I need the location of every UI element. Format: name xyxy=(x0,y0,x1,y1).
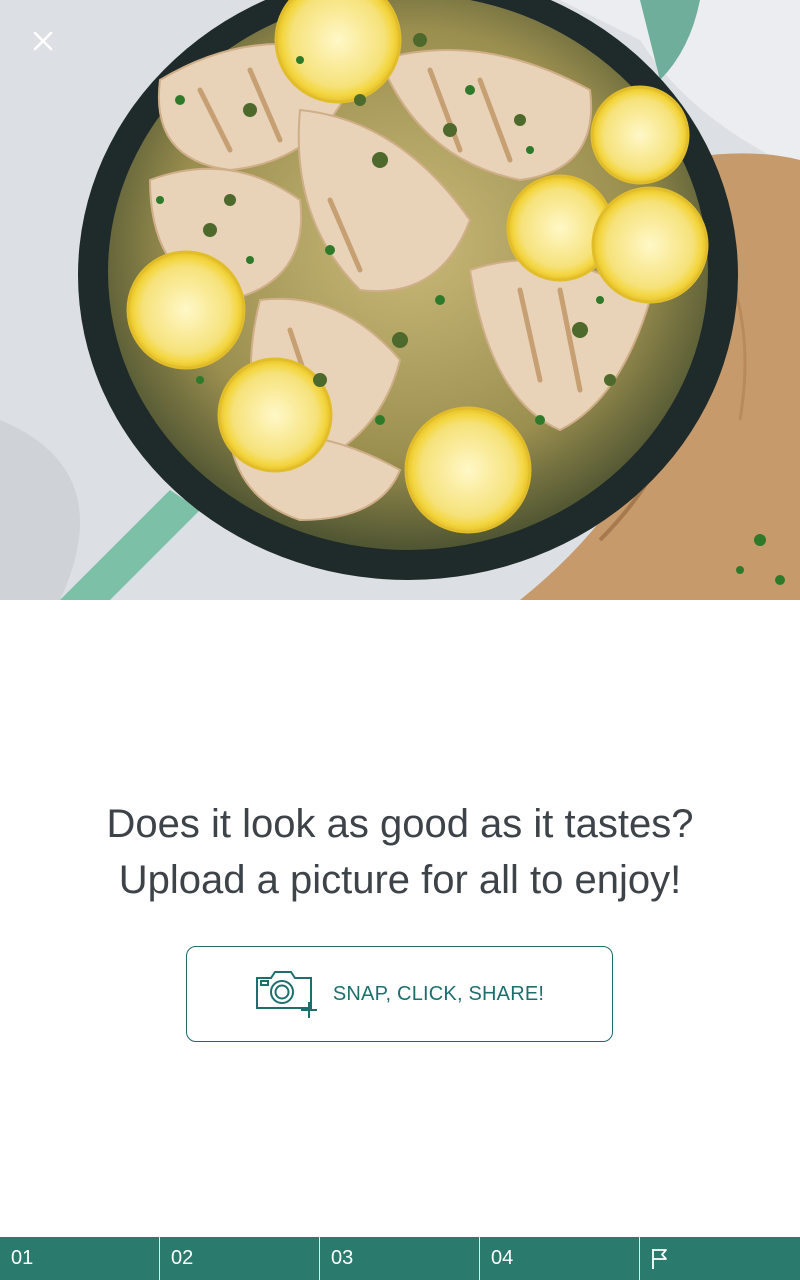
prompt-line-2: Upload a picture for all to enjoy! xyxy=(118,858,682,902)
close-button[interactable] xyxy=(22,20,64,62)
step-label: 01 xyxy=(11,1247,34,1269)
upload-button-label: SNAP, CLICK, SHARE! xyxy=(332,982,545,1005)
recipe-hero-image xyxy=(0,0,800,600)
flag-icon xyxy=(652,1248,667,1269)
prompt-line-1: Does it look as good as it tastes? xyxy=(106,802,694,846)
step-tab-finish[interactable] xyxy=(640,1237,800,1280)
step-tab-04[interactable]: 04 xyxy=(480,1237,640,1280)
step-label: 03 xyxy=(331,1247,354,1269)
close-icon xyxy=(33,31,53,51)
step-navigation: 01 02 03 04 xyxy=(0,1237,800,1280)
upload-photo-button[interactable]: SNAP, CLICK, SHARE! xyxy=(186,946,613,1042)
step-label: 02 xyxy=(171,1247,194,1269)
camera-add-icon xyxy=(255,971,317,1018)
step-tab-02[interactable]: 02 xyxy=(160,1237,320,1280)
recipe-photo xyxy=(0,0,800,600)
step-tab-03[interactable]: 03 xyxy=(320,1237,480,1280)
step-label: 04 xyxy=(491,1247,514,1269)
upload-prompt: Does it look as good as it tastes? Uploa… xyxy=(0,796,800,908)
step-tab-01[interactable]: 01 xyxy=(0,1237,160,1280)
